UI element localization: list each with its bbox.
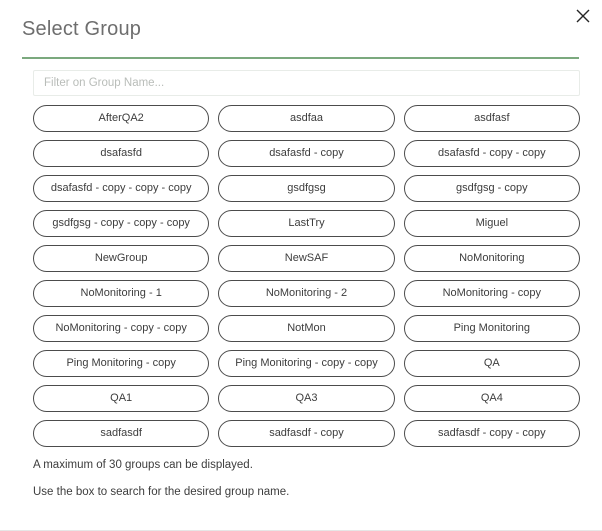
- group-button[interactable]: dsafasfd - copy - copy - copy: [33, 175, 210, 202]
- group-button[interactable]: gsdfgsg - copy: [403, 175, 580, 202]
- group-button[interactable]: gsdfgsg - copy - copy - copy: [33, 210, 210, 237]
- group-row: gsdfgsg - copy - copy - copy LastTry Migue…: [33, 210, 580, 237]
- group-name-filter-input[interactable]: [33, 70, 580, 96]
- group-row: NewGroup NewSAF NoMonitoring: [33, 245, 580, 272]
- group-button[interactable]: Ping Monitoring: [403, 315, 580, 342]
- group-button[interactable]: NewGroup: [33, 245, 210, 272]
- group-row: dsafasfd - copy - copy - copy gsdfgsg gsdf…: [33, 175, 580, 202]
- group-row: QA1 QA3 QA4: [33, 385, 580, 412]
- group-button[interactable]: Miguel: [403, 210, 580, 237]
- group-button[interactable]: dsafasfd: [33, 140, 210, 167]
- dialog-notes: A maximum of 30 groups can be displayed.…: [33, 458, 573, 512]
- group-button[interactable]: NoMonitoring: [403, 245, 580, 272]
- group-button[interactable]: sadfasdf: [33, 420, 210, 447]
- group-button[interactable]: QA4: [403, 385, 580, 412]
- group-button[interactable]: NotMon: [218, 315, 395, 342]
- group-button[interactable]: NoMonitoring - copy - copy: [33, 315, 210, 342]
- group-button[interactable]: dsafasfd - copy - copy: [403, 140, 580, 167]
- group-button[interactable]: sadfasdf - copy - copy: [403, 420, 580, 447]
- group-row: NoMonitoring - copy - copy NotMon Ping Mon…: [33, 315, 580, 342]
- group-button[interactable]: Ping Monitoring - copy: [33, 350, 210, 377]
- group-button[interactable]: QA1: [33, 385, 210, 412]
- group-button[interactable]: asdfasf: [403, 105, 580, 132]
- close-button[interactable]: [570, 3, 596, 29]
- select-group-dialog: Select Group AfterQA2 asdfaa asdfasf dsafas…: [0, 0, 602, 531]
- group-button[interactable]: sadfasdf - copy: [218, 420, 395, 447]
- dialog-title: Select Group: [22, 18, 142, 40]
- header-divider: [22, 57, 579, 59]
- group-row: sadfasdf sadfasdf - copy sadfasdf - copy -…: [33, 420, 580, 447]
- note-text: Use the box to search for the desired gr…: [33, 486, 290, 498]
- group-button[interactable]: NoMonitoring - 1: [33, 280, 210, 307]
- group-button[interactable]: NoMonitoring - 2: [218, 280, 395, 307]
- group-button[interactable]: gsdfgsg: [218, 175, 395, 202]
- group-row: Ping Monitoring - copy Ping Monitoring - …: [33, 350, 580, 377]
- group-button[interactable]: NewSAF: [218, 245, 395, 272]
- group-row: dsafasfd dsafasfd - copy dsafasfd - copy -…: [33, 140, 580, 167]
- group-button[interactable]: QA: [403, 350, 580, 377]
- group-button[interactable]: Ping Monitoring - copy - copy: [218, 350, 395, 377]
- group-button[interactable]: dsafasfd - copy: [218, 140, 395, 167]
- group-button[interactable]: LastTry: [218, 210, 395, 237]
- group-list: AfterQA2 asdfaa asdfasf dsafasfd dsafasfd - …: [33, 105, 580, 455]
- close-icon: [575, 8, 591, 24]
- group-button[interactable]: NoMonitoring - copy: [403, 280, 580, 307]
- group-button[interactable]: AfterQA2: [33, 105, 210, 132]
- group-row: AfterQA2 asdfaa asdfasf: [33, 105, 580, 132]
- group-button[interactable]: asdfaa: [218, 105, 395, 132]
- group-row: NoMonitoring - 1 NoMonitoring - 2 NoMonito…: [33, 280, 580, 307]
- note-text: A maximum of 30 groups can be displayed.: [33, 459, 253, 471]
- group-button[interactable]: QA3: [218, 385, 395, 412]
